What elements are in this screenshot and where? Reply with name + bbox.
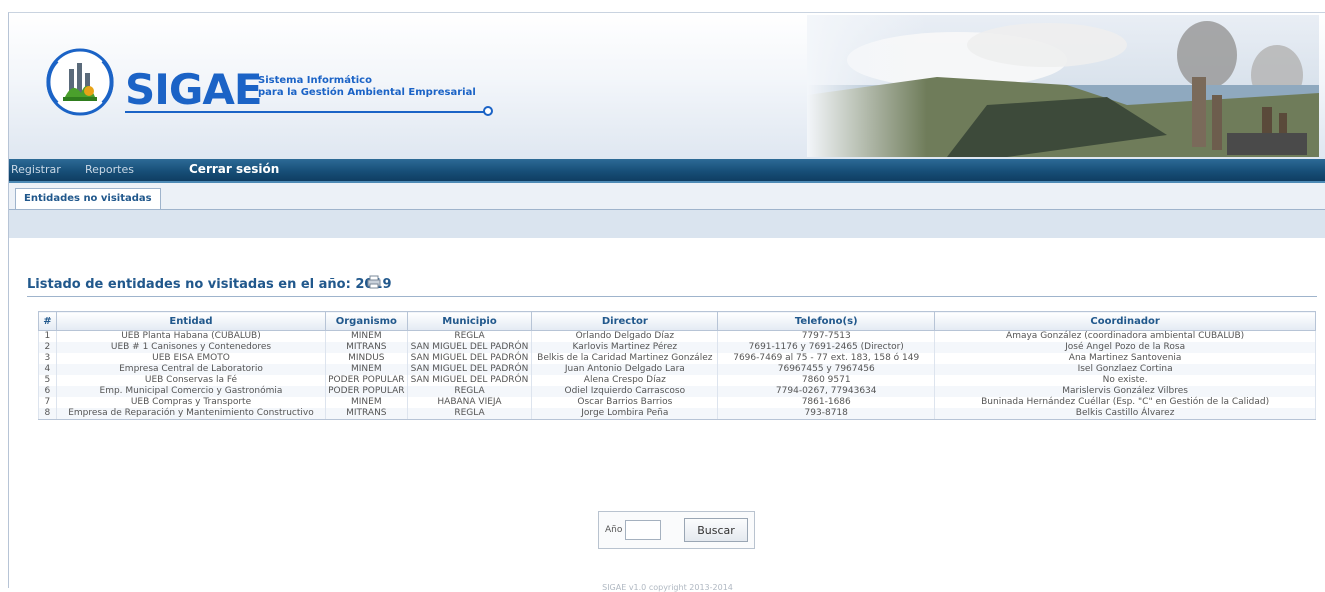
cell-entidad: UEB Compras y Transporte bbox=[55, 397, 327, 408]
logo-underline-dot bbox=[483, 106, 493, 116]
table-row: 3 UEB EISA EMOTO MINDUS SAN MIGUEL DEL PADR… bbox=[38, 353, 1316, 364]
cell-coordinador: Isel Gonzlaez Cortina bbox=[934, 364, 1316, 375]
column-header-telefonos: Telefono(s) bbox=[717, 311, 936, 331]
table-body: 1 UEB Planta Habana (CUBALUB) MINEM REGLA Or… bbox=[38, 330, 1316, 420]
cell-number: 1 bbox=[38, 330, 57, 342]
cell-director: Orlando Delgado Díaz bbox=[531, 330, 719, 342]
cell-telefonos: 7860 9571 bbox=[717, 375, 936, 386]
tab-entidades-no-visitadas[interactable]: Entidades no visitadas bbox=[15, 188, 161, 209]
cell-coordinador: Marislervis González Vilbres bbox=[934, 386, 1316, 397]
year-search-form: Año Buscar bbox=[598, 511, 755, 549]
cell-director: Jorge Lombira Peña bbox=[531, 408, 719, 420]
industrial-banner-image bbox=[807, 15, 1319, 157]
nav-registrar[interactable]: Registrar bbox=[11, 163, 61, 176]
logo-underline bbox=[125, 111, 485, 113]
cell-director: Alena Crespo Díaz bbox=[531, 375, 719, 386]
cell-entidad: Empresa de Reparación y Mantenimiento Co… bbox=[55, 408, 327, 420]
table-row: 2 UEB # 1 Canisones y Contenedores MITRANS… bbox=[38, 342, 1316, 353]
cell-director: Karlovis Martinez Pérez bbox=[531, 342, 719, 353]
cell-number: 5 bbox=[38, 375, 57, 386]
logo-subtitle-line2: para la Gestión Ambiental Empresarial bbox=[258, 87, 476, 98]
cell-entidad: Empresa Central de Laboratorio bbox=[55, 364, 327, 375]
cell-municipio: REGLA bbox=[406, 330, 533, 342]
nav-reportes[interactable]: Reportes bbox=[85, 163, 134, 176]
table-row: 4 Empresa Central de Laboratorio MINEM SAN … bbox=[38, 364, 1316, 375]
cell-number: 4 bbox=[38, 364, 57, 375]
table-row: 8 Empresa de Reparación y Mantenimiento C… bbox=[38, 408, 1316, 420]
column-header-entidad: Entidad bbox=[55, 311, 327, 331]
column-header-municipio: Municipio bbox=[406, 311, 533, 331]
column-header-coordinador: Coordinador bbox=[934, 311, 1316, 331]
cell-director: Juan Antonio Delgado Lara bbox=[531, 364, 719, 375]
cell-number: 2 bbox=[38, 342, 57, 353]
cell-entidad: UEB # 1 Canisones y Contenedores bbox=[55, 342, 327, 353]
column-header-organismo: Organismo bbox=[325, 311, 408, 331]
cell-number: 7 bbox=[38, 397, 57, 408]
printer-icon[interactable] bbox=[367, 275, 381, 289]
year-input[interactable] bbox=[625, 520, 661, 540]
cell-municipio: REGLA bbox=[406, 408, 533, 420]
footer-copyright: SIGAE v1.0 copyright 2013-2014 bbox=[602, 583, 733, 592]
cell-municipio: HABANA VIEJA bbox=[406, 397, 533, 408]
cell-organismo: PODER POPULAR bbox=[325, 375, 408, 386]
cell-telefonos: 7794-0267, 77943634 bbox=[717, 386, 936, 397]
table-header-row: # Entidad Organismo Municipio Director T… bbox=[38, 311, 1316, 331]
cell-entidad: UEB Planta Habana (CUBALUB) bbox=[55, 330, 327, 342]
cell-director: Odiel Izquierdo Carrascoso bbox=[531, 386, 719, 397]
table-row: 7 UEB Compras y Transporte MINEM HABANA VIE… bbox=[38, 397, 1316, 408]
entities-table: # Entidad Organismo Municipio Director T… bbox=[38, 311, 1316, 420]
cell-organismo: MINEM bbox=[325, 397, 408, 408]
logo-wordmark: SIGAE bbox=[125, 65, 263, 114]
cell-telefonos: 7861-1686 bbox=[717, 397, 936, 408]
title-divider bbox=[27, 296, 1317, 297]
cell-entidad: Emp. Municipal Comercio y Gastronómia bbox=[55, 386, 327, 397]
cell-coordinador: No existe. bbox=[934, 375, 1316, 386]
table-row: 1 UEB Planta Habana (CUBALUB) MINEM REGLA Or… bbox=[38, 330, 1316, 342]
cell-organismo: PODER POPULAR bbox=[325, 386, 408, 397]
cell-municipio: SAN MIGUEL DEL PADRÓN bbox=[406, 353, 533, 364]
cell-number: 3 bbox=[38, 353, 57, 364]
cell-municipio: REGLA bbox=[406, 386, 533, 397]
year-label: Año bbox=[605, 525, 623, 535]
cell-number: 6 bbox=[38, 386, 57, 397]
cell-coordinador: Ana Martinez Santovenia bbox=[934, 353, 1316, 364]
cell-coordinador: Amaya González (coordinadora ambiental C… bbox=[934, 330, 1316, 342]
cell-director: Belkis de la Caridad Martinez González bbox=[531, 353, 719, 364]
nav-cerrar-sesion[interactable]: Cerrar sesión bbox=[189, 162, 279, 176]
cell-director: Oscar Barrios Barrios bbox=[531, 397, 719, 408]
cell-telefonos: 76967455 y 7967456 bbox=[717, 364, 936, 375]
table-row: 6 Emp. Municipal Comercio y Gastronómia PO… bbox=[38, 386, 1316, 397]
cell-telefonos: 7696-7469 al 75 - 77 ext. 183, 158 ó 149 bbox=[717, 353, 936, 364]
tab-bar: Entidades no visitadas bbox=[9, 183, 1325, 210]
cell-municipio: SAN MIGUEL DEL PADRÓN bbox=[406, 364, 533, 375]
logo-emblem-icon bbox=[46, 48, 114, 116]
cell-municipio: SAN MIGUEL DEL PADRÓN bbox=[406, 342, 533, 353]
cell-coordinador: Buninada Hernández Cuéllar (Esp. "C" en … bbox=[934, 397, 1316, 408]
page-title: Listado de entidades no visitadas en el … bbox=[27, 277, 392, 292]
search-button[interactable]: Buscar bbox=[684, 518, 748, 542]
column-header-number: # bbox=[38, 311, 57, 331]
cell-coordinador: Belkis Castillo Álvarez bbox=[934, 408, 1316, 420]
cell-telefonos: 7797-7513 bbox=[717, 330, 936, 342]
cell-telefonos: 793-8718 bbox=[717, 408, 936, 420]
cell-entidad: UEB Conservas la Fé bbox=[55, 375, 327, 386]
cell-organismo: MINDUS bbox=[325, 353, 408, 364]
toolbar-strip bbox=[9, 210, 1325, 238]
main-navbar: Registrar Reportes Cerrar sesión bbox=[9, 159, 1325, 183]
cell-organismo: MITRANS bbox=[325, 342, 408, 353]
cell-coordinador: José Angel Pozo de la Rosa bbox=[934, 342, 1316, 353]
table-row: 5 UEB Conservas la Fé PODER POPULAR SAN MIG… bbox=[38, 375, 1316, 386]
cell-organismo: MINEM bbox=[325, 364, 408, 375]
cell-entidad: UEB EISA EMOTO bbox=[55, 353, 327, 364]
column-header-director: Director bbox=[531, 311, 719, 331]
cell-organismo: MINEM bbox=[325, 330, 408, 342]
cell-municipio: SAN MIGUEL DEL PADRÓN bbox=[406, 375, 533, 386]
header: SIGAE Sistema Informático para la Gestió… bbox=[9, 13, 1325, 159]
logo-subtitle-line1: Sistema Informático bbox=[258, 75, 372, 86]
cell-telefonos: 7691-1176 y 7691-2465 (Director) bbox=[717, 342, 936, 353]
cell-organismo: MITRANS bbox=[325, 408, 408, 420]
cell-number: 8 bbox=[38, 408, 57, 420]
app-frame: SIGAE Sistema Informático para la Gestió… bbox=[8, 12, 1325, 592]
